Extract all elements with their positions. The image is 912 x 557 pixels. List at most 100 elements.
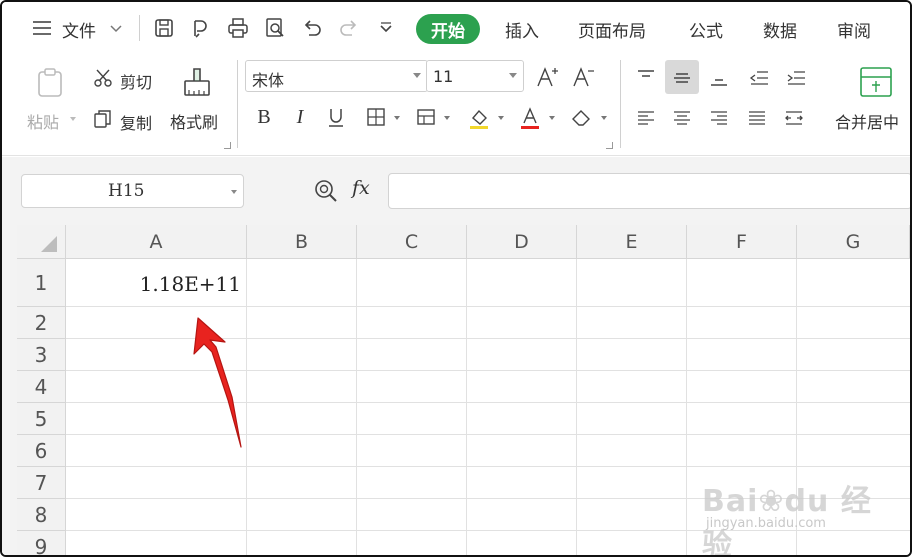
font-color-dropdown-caret[interactable]	[549, 116, 555, 120]
tab-review[interactable]: 审阅	[837, 17, 871, 42]
tab-data[interactable]: 数据	[763, 17, 797, 42]
formula-bar: H15 fx	[2, 157, 910, 225]
paste-dropdown-caret[interactable]	[70, 117, 76, 121]
cell-a1[interactable]: 1.18E+11	[66, 259, 247, 307]
column-gridline	[356, 259, 357, 555]
name-box-dropdown-arrow	[231, 190, 237, 194]
font-size-select[interactable]: 11	[426, 60, 524, 92]
row-gridline	[66, 338, 910, 339]
clear-format-icon[interactable]	[569, 105, 595, 131]
name-box[interactable]: H15	[21, 174, 244, 208]
column-gridline	[576, 259, 577, 555]
format-painter-button[interactable]: 格式刷	[170, 109, 218, 133]
select-all-corner[interactable]	[17, 225, 66, 259]
format-painter-icon[interactable]	[179, 64, 215, 100]
font-name-dropdown-arrow	[413, 73, 421, 78]
chevron-down-icon[interactable]	[108, 20, 124, 36]
copy-button[interactable]: 复制	[120, 110, 152, 134]
clear-format-dropdown-caret[interactable]	[601, 116, 607, 120]
tab-formulas[interactable]: 公式	[689, 17, 723, 42]
increase-indent-icon[interactable]	[782, 64, 810, 92]
row-header-7[interactable]: 7	[17, 467, 66, 499]
italic-icon[interactable]: I	[288, 105, 312, 129]
cell-style-icon[interactable]	[414, 105, 438, 129]
app-window: 文件 开始 插入 页面布局 公式 数据 审阅 粘贴 剪切 复制 格式刷 宋体 1…	[0, 0, 912, 557]
scissors-icon[interactable]	[91, 66, 115, 90]
row-header-8[interactable]: 8	[17, 499, 66, 531]
align-right-icon[interactable]	[705, 104, 733, 132]
row-header-3[interactable]: 3	[17, 339, 66, 371]
underline-icon[interactable]	[324, 105, 348, 129]
column-header-b[interactable]: B	[247, 225, 357, 259]
export-icon[interactable]	[188, 15, 214, 41]
decrease-indent-icon[interactable]	[745, 64, 773, 92]
column-header-f[interactable]: F	[687, 225, 797, 259]
row-gridline	[66, 466, 910, 467]
column-header-g[interactable]: G	[797, 225, 910, 259]
clipboard-group-launcher[interactable]	[224, 142, 231, 149]
paste-button[interactable]: 粘贴	[27, 109, 59, 133]
file-menu[interactable]: 文件	[62, 17, 96, 42]
merge-center-icon[interactable]	[857, 64, 895, 100]
save-icon[interactable]	[151, 15, 177, 41]
font-size-value: 11	[433, 67, 454, 86]
tab-insert[interactable]: 插入	[505, 17, 539, 42]
hamburger-menu-icon[interactable]	[30, 16, 54, 40]
grid-left-margin	[2, 225, 17, 555]
column-header-c[interactable]: C	[357, 225, 467, 259]
column-header-a[interactable]: A	[66, 225, 247, 259]
align-bottom-icon[interactable]	[705, 64, 733, 92]
cell-style-dropdown-caret[interactable]	[444, 116, 450, 120]
paste-icon[interactable]	[30, 64, 70, 102]
ribbon-separator	[237, 60, 238, 148]
distributed-align-icon[interactable]	[780, 104, 808, 132]
undo-icon[interactable]	[299, 15, 325, 41]
merge-center-button[interactable]: 合并居中	[835, 109, 899, 133]
column-gridline	[466, 259, 467, 555]
column-header-d[interactable]: D	[467, 225, 577, 259]
decrease-font-size-icon[interactable]	[570, 64, 596, 90]
font-size-dropdown-arrow	[509, 73, 517, 78]
column-header-e[interactable]: E	[577, 225, 687, 259]
print-preview-icon[interactable]	[262, 15, 288, 41]
row-gridline	[66, 530, 910, 531]
align-left-icon[interactable]	[632, 104, 660, 132]
align-middle-icon[interactable]	[665, 60, 699, 94]
bold-icon[interactable]: B	[252, 105, 276, 129]
formula-input[interactable]	[388, 173, 910, 209]
ribbon-separator	[620, 60, 621, 148]
zoom-icon[interactable]	[313, 178, 339, 204]
borders-dropdown-caret[interactable]	[394, 116, 400, 120]
increase-font-size-icon[interactable]	[534, 64, 560, 90]
column-gridline	[796, 259, 797, 555]
customize-toolbar-icon[interactable]	[373, 15, 399, 41]
spreadsheet-grid: A B C D E F G 1 2 3 4 5 6 7 8 9 1.18E+11	[2, 225, 910, 555]
font-name-select[interactable]: 宋体	[245, 60, 428, 92]
row-header-2[interactable]: 2	[17, 307, 66, 339]
row-header-6[interactable]: 6	[17, 435, 66, 467]
align-top-icon[interactable]	[632, 64, 660, 92]
fill-color-dropdown-caret[interactable]	[498, 116, 504, 120]
copy-icon[interactable]	[91, 107, 115, 131]
align-center-icon[interactable]	[668, 104, 696, 132]
select-all-triangle-icon	[41, 236, 57, 252]
row-header-4[interactable]: 4	[17, 371, 66, 403]
font-color-icon[interactable]	[517, 105, 543, 131]
row-header-1[interactable]: 1	[17, 259, 66, 307]
justify-icon[interactable]	[743, 104, 771, 132]
tab-home[interactable]: 开始	[416, 14, 480, 44]
fill-color-icon[interactable]	[466, 105, 492, 131]
cut-button[interactable]: 剪切	[120, 69, 152, 93]
row-header-5[interactable]: 5	[17, 403, 66, 435]
row-gridline	[66, 498, 910, 499]
row-header-9[interactable]: 9	[17, 531, 66, 555]
name-box-value: H15	[108, 181, 145, 201]
print-icon[interactable]	[225, 15, 251, 41]
font-name-value: 宋体	[252, 71, 285, 90]
redo-icon[interactable]	[336, 15, 362, 41]
tab-page-layout[interactable]: 页面布局	[578, 17, 646, 42]
ribbon: 粘贴 剪切 复制 格式刷 宋体 11 B I 合并居中	[2, 52, 910, 156]
font-group-launcher[interactable]	[606, 142, 613, 149]
borders-icon[interactable]	[364, 105, 388, 129]
insert-function-fx[interactable]: fx	[352, 177, 370, 199]
